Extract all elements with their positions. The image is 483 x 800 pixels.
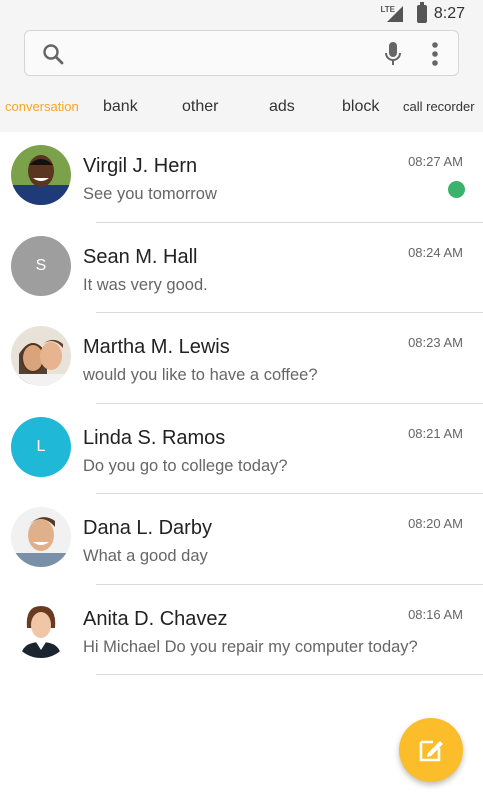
message-preview: would you like to have a coffee? [83,366,318,384]
tab-bank[interactable]: bank [103,98,138,116]
avatar-initial: S [35,256,47,274]
search-input[interactable] [24,30,459,76]
contact-name: Sean M. Hall [83,245,198,268]
avatar [11,326,71,386]
message-time: 08:24 AM [408,244,463,260]
conversation-row[interactable]: Martha M. Lewis would you like to have a… [0,313,483,404]
mic-icon[interactable] [383,41,403,67]
signal-icon [387,6,403,22]
conversation-row[interactable]: L Linda S. Ramos Do you go to college to… [0,404,483,494]
conversation-row[interactable]: S Sean M. Hall It was very good. 08:24 A… [0,223,483,313]
message-preview: What a good day [83,547,208,565]
contact-name: Anita D. Chavez [83,607,228,630]
search-bar-container [0,28,483,84]
divider [96,674,483,675]
status-bar: LTE 8:27 [0,0,483,28]
message-time: 08:21 AM [408,425,463,441]
contact-name: Linda S. Ramos [83,426,226,449]
avatar-photo-icon [11,597,71,658]
contact-name: Dana L. Darby [83,517,212,539]
compose-button[interactable] [399,718,463,782]
avatar [11,507,71,567]
conversation-row[interactable]: Anita D. Chavez Hi Michael Do you repair… [0,585,483,675]
more-options-icon[interactable] [427,41,443,67]
message-preview: It was very good. [83,275,208,294]
avatar-initial: L [36,437,46,455]
message-preview: See you tomorrow [83,185,217,203]
tab-call-recorder[interactable]: call recorder [403,99,475,114]
tab-block[interactable]: block [342,98,379,116]
status-time: 8:27 [433,5,465,22]
avatar-photo-icon [11,326,71,386]
avatar: S [11,235,71,296]
tab-other[interactable]: other [182,98,218,116]
tab-ads[interactable]: ads [269,98,295,116]
avatar-photo-icon [11,145,71,205]
tab-conversation[interactable]: conversation [5,99,79,114]
avatar-photo-icon [11,507,71,567]
conversation-row[interactable]: Virgil J. Hern See you tomorrow 08:27 AM [0,132,483,223]
compose-icon [419,740,443,762]
avatar: L [11,416,71,477]
message-preview: Hi Michael Do you repair my computer tod… [83,637,418,656]
message-time: 08:23 AM [408,335,463,350]
search-icon[interactable] [41,42,65,66]
conversation-list: Virgil J. Hern See you tomorrow 08:27 AM… [0,132,483,675]
conversation-row[interactable]: Dana L. Darby What a good day 08:20 AM [0,494,483,585]
message-preview: Do you go to college today? [83,456,288,475]
unread-dot-icon [448,181,465,198]
avatar [11,145,71,205]
message-time: 08:16 AM [408,606,463,622]
message-time: 08:20 AM [408,516,463,531]
contact-name: Martha M. Lewis [83,336,230,358]
battery-icon [417,2,427,23]
message-time: 08:27 AM [408,154,463,169]
category-tabs: conversation bank other ads block call r… [0,84,483,132]
avatar [11,597,71,658]
contact-name: Virgil J. Hern [83,155,198,177]
